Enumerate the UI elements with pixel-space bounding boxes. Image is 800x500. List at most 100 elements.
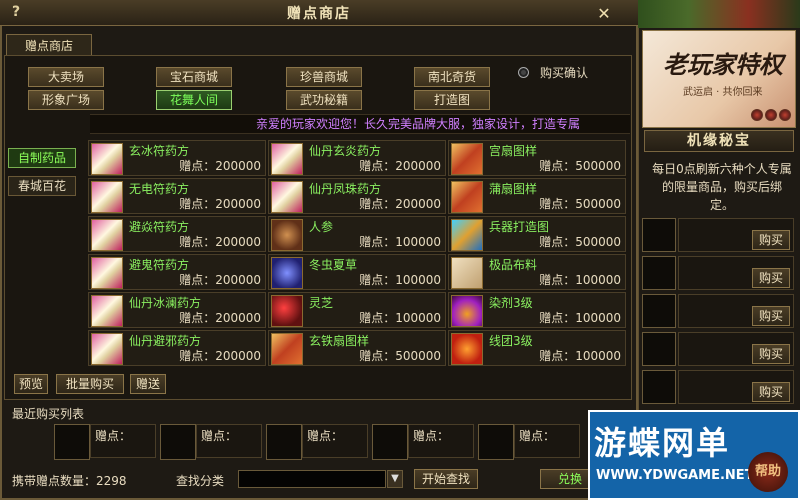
shop-item[interactable]: 极品布料 赠点：100000 bbox=[448, 254, 626, 290]
item-price: 赠点：100000 bbox=[359, 273, 441, 287]
shop-item[interactable]: 兵器打造图 赠点：500000 bbox=[448, 216, 626, 252]
recent-item-slot[interactable] bbox=[478, 424, 514, 460]
preview-button[interactable]: 预览 bbox=[14, 374, 48, 394]
shop-item[interactable]: 仙丹冰澜药方 赠点：200000 bbox=[88, 292, 266, 328]
buy-button[interactable]: 购买 bbox=[752, 268, 790, 288]
item-price: 赠点：500000 bbox=[539, 235, 621, 249]
recent-item-price: 赠点： bbox=[196, 424, 262, 458]
lingzhi-icon bbox=[271, 295, 303, 327]
treasure-slot[interactable] bbox=[642, 294, 676, 328]
lucky-treasure-description: 每日0点刷新六种个人专属的限量商品，购买后绑定。 bbox=[652, 162, 792, 212]
lucky-treasure-title: 机缘秘宝 bbox=[644, 130, 794, 152]
shop-item[interactable]: 避鬼符药方 赠点：200000 bbox=[88, 254, 266, 290]
category-appearance[interactable]: 形象广场 bbox=[28, 90, 104, 110]
scroll-icon bbox=[451, 219, 483, 251]
thread-icon bbox=[451, 333, 483, 365]
category-gem-mall[interactable]: 宝石商城 bbox=[156, 67, 232, 87]
item-price: 赠点：100000 bbox=[539, 349, 621, 363]
find-category-input[interactable] bbox=[238, 470, 386, 488]
shop-item[interactable]: 仙丹凤珠药方 赠点：200000 bbox=[268, 178, 446, 214]
recipe-icon bbox=[91, 257, 123, 289]
shop-item[interactable]: 染剂3级 赠点：100000 bbox=[448, 292, 626, 328]
category-pet-mall[interactable]: 珍兽商城 bbox=[286, 67, 362, 87]
start-search-button[interactable]: 开始查找 bbox=[414, 469, 478, 489]
shop-item[interactable]: 冬虫夏草 赠点：100000 bbox=[268, 254, 446, 290]
recent-item-price: 赠点： bbox=[408, 424, 474, 458]
shop-item[interactable]: 玄铁扇图样 赠点：500000 bbox=[268, 330, 446, 366]
veteran-banner[interactable]: 老玩家特权 武运启 · 共你回来 bbox=[642, 30, 796, 128]
shop-item[interactable]: 无电符药方 赠点：200000 bbox=[88, 178, 266, 214]
item-price: 赠点：100000 bbox=[359, 235, 441, 249]
recent-item-price: 赠点： bbox=[90, 424, 156, 458]
help-badge[interactable]: 帮助 bbox=[748, 452, 788, 492]
shop-item[interactable]: 仙丹玄炎药方 赠点：200000 bbox=[268, 140, 446, 176]
side-tab-flowers[interactable]: 春城百花 bbox=[8, 176, 76, 196]
shop-item[interactable]: 灵芝赠点：100000 bbox=[268, 292, 446, 328]
item-name: 人参 bbox=[309, 220, 334, 234]
help-button[interactable]: ? bbox=[6, 4, 26, 22]
item-price: 赠点：500000 bbox=[359, 349, 441, 363]
fan-icon bbox=[451, 143, 483, 175]
close-button[interactable]: ✕ bbox=[594, 4, 614, 23]
item-price: 赠点：200000 bbox=[179, 235, 261, 249]
category-martial-books[interactable]: 武功秘籍 bbox=[286, 90, 362, 110]
dot-icon[interactable] bbox=[779, 109, 791, 121]
chevron-down-icon[interactable]: ▼ bbox=[387, 470, 403, 488]
shop-item[interactable]: 仙丹避邪药方 赠点：200000 bbox=[88, 330, 266, 366]
item-name: 宫扇图样 bbox=[489, 144, 538, 158]
buy-button[interactable]: 购买 bbox=[752, 306, 790, 326]
item-price: 赠点：500000 bbox=[539, 197, 621, 211]
bulk-buy-button[interactable]: 批量购买 bbox=[56, 374, 124, 394]
recipe-icon bbox=[91, 333, 123, 365]
tab-gift-shop[interactable]: 赠点商店 bbox=[6, 34, 92, 56]
recent-item-price: 赠点： bbox=[302, 424, 368, 458]
buy-button[interactable]: 购买 bbox=[752, 344, 790, 364]
recent-item-slot[interactable] bbox=[160, 424, 196, 460]
item-price: 赠点：100000 bbox=[359, 311, 441, 325]
item-name: 蒲扇图样 bbox=[489, 182, 538, 196]
shop-item[interactable]: 蒲扇图样 赠点：500000 bbox=[448, 178, 626, 214]
purchase-confirm-radio[interactable] bbox=[518, 67, 529, 78]
watermark-text: 游蝶网单 bbox=[594, 424, 731, 462]
item-name: 灵芝 bbox=[309, 296, 334, 310]
banner-indicators bbox=[751, 109, 795, 123]
recipe-icon bbox=[91, 295, 123, 327]
recent-item-slot[interactable] bbox=[372, 424, 408, 460]
shop-item[interactable]: 宫扇图样 赠点：500000 bbox=[448, 140, 626, 176]
category-forging[interactable]: 打造图 bbox=[414, 90, 490, 110]
category-auction[interactable]: 大卖场 bbox=[28, 67, 104, 87]
recent-item-slot[interactable] bbox=[266, 424, 302, 460]
shop-item[interactable]: 避焱符药方 赠点：200000 bbox=[88, 216, 266, 252]
carried-points: 携带赠点数量：2298 bbox=[12, 474, 127, 488]
fan-icon bbox=[271, 333, 303, 365]
cloth-icon bbox=[451, 257, 483, 289]
recent-item-slot[interactable] bbox=[54, 424, 90, 460]
announcement-marquee: 亲爱的玩家欢迎您！长久完美品牌大服，独家设计，打造专属 bbox=[90, 114, 630, 134]
watermark-url: WWW.YDWGAME.NET bbox=[596, 468, 754, 483]
shop-item[interactable]: 人参赠点：100000 bbox=[268, 216, 446, 252]
banner-title: 老玩家特权 bbox=[663, 50, 783, 79]
treasure-slot[interactable] bbox=[642, 256, 676, 290]
item-price: 赠点：100000 bbox=[539, 273, 621, 287]
treasure-slot[interactable] bbox=[642, 332, 676, 366]
item-name: 染剂3级 bbox=[489, 296, 533, 310]
item-price: 赠点：200000 bbox=[179, 159, 261, 173]
category-flowers[interactable]: 花舞人间 bbox=[156, 90, 232, 110]
item-price: 赠点：200000 bbox=[359, 159, 441, 173]
item-price: 赠点：100000 bbox=[539, 311, 621, 325]
treasure-slot[interactable] bbox=[642, 370, 676, 404]
buy-button[interactable]: 购买 bbox=[752, 230, 790, 250]
fan-icon bbox=[451, 181, 483, 213]
side-tab-medicine[interactable]: 自制药品 bbox=[8, 148, 76, 168]
dot-icon[interactable] bbox=[765, 109, 777, 121]
gift-button[interactable]: 赠送 bbox=[130, 374, 166, 394]
item-price: 赠点：200000 bbox=[179, 349, 261, 363]
dye-icon bbox=[451, 295, 483, 327]
category-goods[interactable]: 南北奇货 bbox=[414, 67, 490, 87]
shop-item[interactable]: 玄冰符药方 赠点：200000 bbox=[88, 140, 266, 176]
treasure-slot[interactable] bbox=[642, 218, 676, 252]
buy-button[interactable]: 购买 bbox=[752, 382, 790, 402]
shop-item[interactable]: 线团3级 赠点：100000 bbox=[448, 330, 626, 366]
dot-icon[interactable] bbox=[751, 109, 763, 121]
recipe-icon bbox=[271, 143, 303, 175]
